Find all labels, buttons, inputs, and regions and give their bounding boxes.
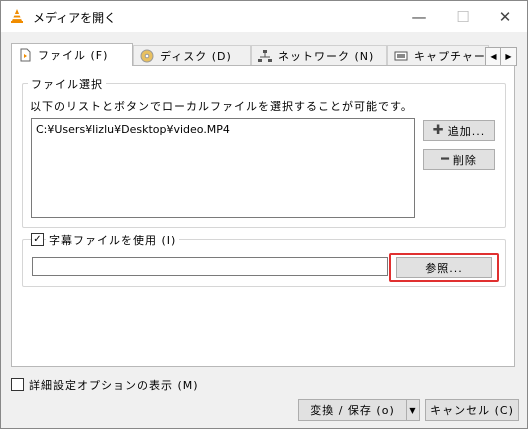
- convert-save-button[interactable]: 変換 / 保存 (o): [298, 399, 407, 421]
- tab-capture[interactable]: キャプチャーデ: [387, 45, 489, 65]
- advanced-options-checkbox[interactable]: [11, 378, 24, 391]
- subtitle-checkbox-label[interactable]: 字幕ファイルを使用 (I): [46, 232, 180, 248]
- add-file-label: 追加...: [447, 124, 486, 138]
- add-file-button[interactable]: ✚ 追加...: [423, 120, 495, 141]
- tab-network-label: ネットワーク (N): [278, 49, 375, 63]
- file-icon: [20, 48, 31, 62]
- file-selection-description: 以下のリストとボタンでローカルファイルを選択することが可能です。: [30, 100, 413, 113]
- title-bar: メディアを開く — ☐ ✕: [1, 1, 527, 32]
- subtitle-checkbox[interactable]: ✓: [31, 233, 44, 246]
- advanced-options-label[interactable]: 詳細設定オプションの表示 (M): [29, 377, 199, 393]
- remove-file-button[interactable]: ━ 削除: [423, 149, 495, 170]
- vlc-cone-icon: [11, 9, 23, 23]
- open-media-dialog: メディアを開く — ☐ ✕ ファイル (F) ディスク (D) ネットワーク (…: [0, 0, 528, 429]
- plus-icon: ✚: [432, 123, 445, 138]
- tab-network[interactable]: ネットワーク (N): [251, 45, 387, 65]
- cancel-button[interactable]: キャンセル (C): [425, 399, 519, 421]
- tab-capture-label: キャプチャーデ: [414, 49, 488, 63]
- capture-icon: [394, 51, 408, 60]
- file-list[interactable]: C:¥Users¥lizlu¥Desktop¥video.MP4: [31, 118, 415, 218]
- tab-disc-label: ディスク (D): [160, 49, 232, 63]
- disc-icon: [140, 49, 154, 62]
- tab-bar: ファイル (F) ディスク (D) ネットワーク (N) キャプチャー ◀ ▶: [11, 43, 517, 66]
- window-title: メディアを開く: [33, 11, 117, 25]
- minimize-button[interactable]: —: [397, 1, 441, 32]
- tab-file-label: ファイル (F): [38, 49, 109, 62]
- file-list-item[interactable]: C:¥Users¥lizlu¥Desktop¥video.MP4: [36, 123, 230, 136]
- convert-dropdown-button[interactable]: ▼: [406, 399, 420, 421]
- subtitle-path-field[interactable]: [32, 257, 388, 276]
- remove-file-label: 削除: [452, 153, 477, 167]
- network-icon: [258, 49, 272, 62]
- tab-disc[interactable]: ディスク (D): [133, 45, 251, 65]
- minus-icon: ━: [441, 152, 450, 167]
- tab-file[interactable]: ファイル (F): [11, 43, 133, 66]
- browse-button[interactable]: 参照...: [396, 257, 492, 278]
- close-button[interactable]: ✕: [483, 1, 527, 32]
- tab-scroll-right-button[interactable]: ▶: [500, 47, 517, 66]
- maximize-button[interactable]: ☐: [441, 1, 485, 32]
- file-selection-title: ファイル選択: [28, 76, 106, 92]
- file-tab-panel: ファイル選択 以下のリストとボタンでローカルファイルを選択することが可能です。 …: [11, 65, 515, 367]
